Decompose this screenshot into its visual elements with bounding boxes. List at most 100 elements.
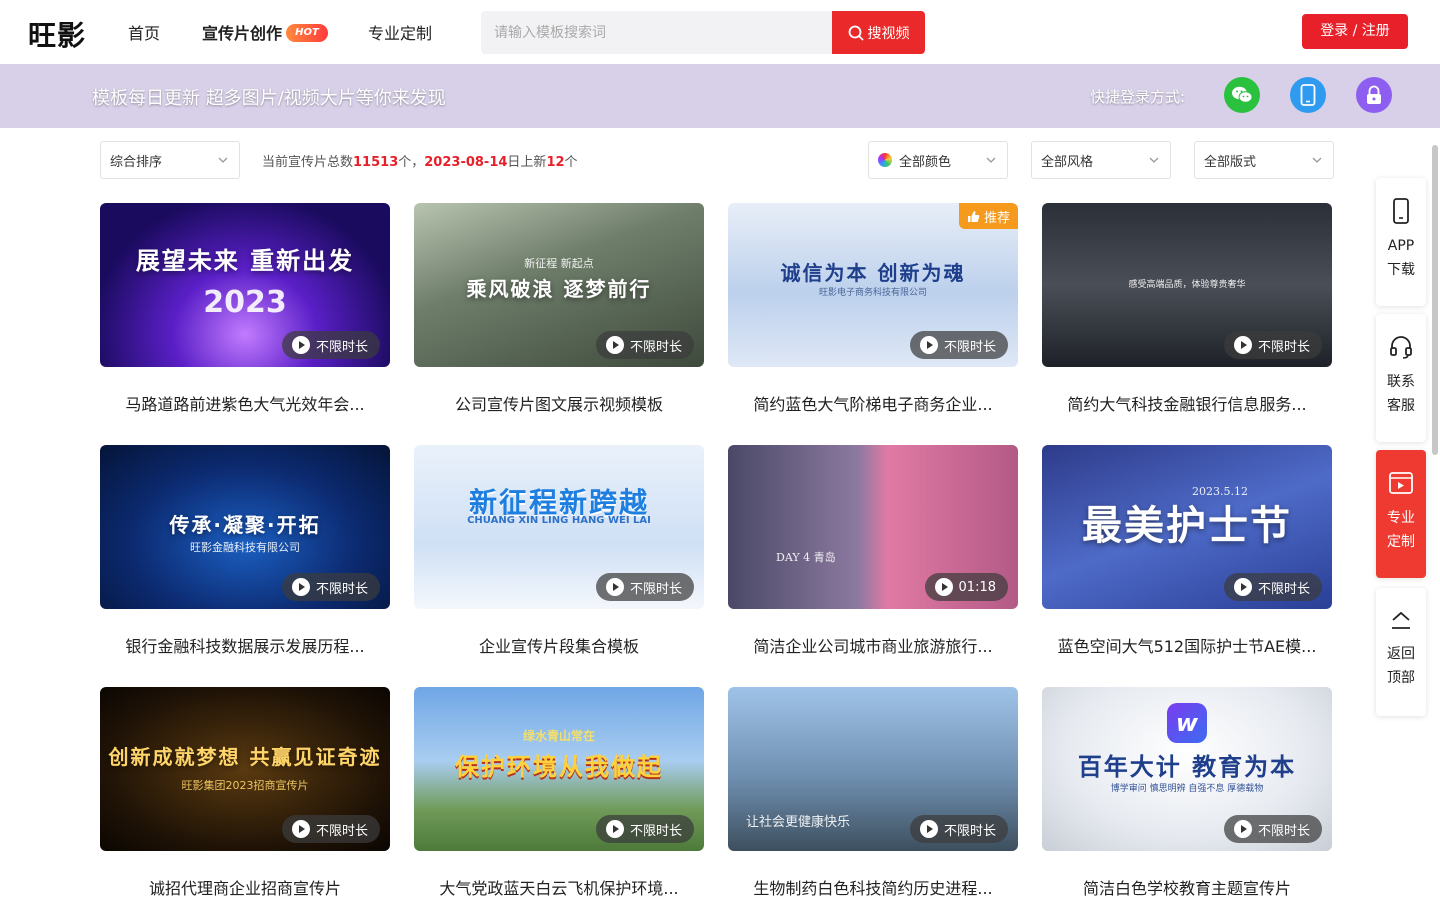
stats-date: 2023-08-14 (424, 155, 508, 170)
card-title[interactable]: 公司宣传片图文展示视频模板 (414, 391, 704, 415)
float-custom-label-1: 专业 (1387, 510, 1415, 526)
card-title[interactable]: 企业宣传片段集合模板 (414, 633, 704, 657)
play-icon (605, 820, 624, 838)
template-card[interactable]: 让社会更健康快乐 不限时长 生物制药白色科技简约历史进程... (728, 687, 1018, 911)
nav-home[interactable]: 首页 (128, 20, 160, 44)
template-card[interactable]: 传承·凝聚·开拓 旺影金融科技有限公司 不限时长 银行金融科技数据展示发展历程.… (100, 445, 390, 669)
duration-label: 不限时长 (315, 581, 368, 597)
top-header: 旺影 首页 宣传片创作 HOT 专业定制 搜视频 登录 / 注册 (0, 0, 1440, 64)
search-button[interactable]: 搜视频 (832, 11, 925, 54)
card-thumbnail[interactable]: 2023.5.12 最美护士节 不限时长 (1042, 445, 1332, 609)
card-title[interactable]: 诚招代理商企业招商宣传片 (100, 875, 390, 899)
stats-total: 11513 (353, 155, 399, 170)
card-title[interactable]: 简洁白色学校教育主题宣传片 (1042, 875, 1332, 899)
duration-badge: 01:18 (924, 573, 1008, 601)
phone-icon[interactable] (1290, 77, 1326, 113)
card-title[interactable]: 生物制药白色科技简约历史进程... (728, 875, 1018, 899)
play-icon (934, 578, 953, 596)
template-card[interactable]: 新征程 新起点 乘风破浪 逐梦前行 不限时长 公司宣传片图文展示视频模板 (414, 203, 704, 427)
thumb-subtitle: CHUANG XIN LING HANG WEI LAI (467, 515, 651, 526)
card-thumbnail[interactable]: 新征程新跨越 CHUANG XIN LING HANG WEI LAI 不限时长 (414, 445, 704, 609)
chevron-down-icon (218, 157, 228, 163)
hot-badge: HOT (286, 24, 328, 42)
sort-select[interactable]: 综合排序 (100, 141, 240, 179)
template-card[interactable]: 绿水青山常在 保护环境从我做起 不限时长 大气党政蓝天白云飞机保护环境... (414, 687, 704, 911)
duration-label: 不限时长 (943, 339, 996, 355)
chevron-down-icon (1312, 157, 1322, 163)
template-card[interactable]: DAY 4 青岛 01:18 简洁企业公司城市商业旅游旅行... (728, 445, 1018, 669)
card-title[interactable]: 马路道路前进紫色大气光效年会... (100, 391, 390, 415)
duration-label: 不限时长 (629, 823, 682, 839)
login-button[interactable]: 登录 / 注册 (1302, 14, 1408, 49)
card-title[interactable]: 简约大气科技金融银行信息服务... (1042, 391, 1332, 415)
color-select-value: 全部颜色 (899, 154, 952, 170)
card-thumbnail[interactable]: DAY 4 青岛 01:18 (728, 445, 1018, 609)
float-service-label-2: 客服 (1387, 398, 1415, 414)
duration-badge: 不限时长 (281, 573, 380, 601)
template-card[interactable]: 感受高端品质，体验尊贵奢华 不限时长 简约大气科技金融银行信息服务... (1042, 203, 1332, 427)
card-thumbnail[interactable]: w 百年大计 教育为本 博学审问 慎思明辨 自强不息 厚德载物 不限时长 (1042, 687, 1332, 851)
thumb-subtitle: 博学审问 慎思明辨 自强不息 厚德载物 (1110, 784, 1264, 794)
school-logo-icon: w (1167, 703, 1207, 743)
promo-banner: 模板每日更新 超多图片/视频大片等你来发现 快捷登录方式: (0, 64, 1440, 128)
duration-badge: 不限时长 (595, 331, 694, 359)
thumb-subtitle: 让社会更健康快乐 (746, 815, 851, 830)
card-title[interactable]: 简约蓝色大气阶梯电子商务企业... (728, 391, 1018, 415)
nav-create[interactable]: 宣传片创作 (202, 20, 282, 44)
card-thumbnail[interactable]: 绿水青山常在 保护环境从我做起 不限时长 (414, 687, 704, 851)
template-card[interactable]: w 百年大计 教育为本 博学审问 慎思明辨 自强不息 厚德载物 不限时长 简洁白… (1042, 687, 1332, 911)
lock-icon[interactable] (1356, 77, 1392, 113)
float-customer-service[interactable]: 联系 客服 (1376, 314, 1426, 442)
template-card[interactable]: 2023.5.12 最美护士节 不限时长 蓝色空间大气512国际护士节AE模..… (1042, 445, 1332, 669)
card-title[interactable]: 简洁企业公司城市商业旅游旅行... (728, 633, 1018, 657)
duration-badge: 不限时长 (281, 815, 380, 843)
nav-custom[interactable]: 专业定制 (368, 20, 432, 44)
float-top-label-2: 顶部 (1387, 670, 1415, 686)
template-card[interactable]: 创新成就梦想 共赢见证奇迹 旺影集团2023招商宣传片 不限时长 诚招代理商企业… (100, 687, 390, 911)
stats-prefix: 当前宣传片总数 (262, 155, 354, 170)
card-thumbnail[interactable]: 让社会更健康快乐 不限时长 (728, 687, 1018, 851)
duration-badge: 不限时长 (595, 573, 694, 601)
template-card[interactable]: 新征程新跨越 CHUANG XIN LING HANG WEI LAI 不限时长… (414, 445, 704, 669)
thumb-subtitle: 绿水青山常在 (522, 729, 595, 743)
page-scrollbar[interactable] (1432, 145, 1438, 455)
thumbs-up-icon (967, 210, 980, 222)
card-title[interactable]: 银行金融科技数据展示发展历程... (100, 633, 390, 657)
headset-icon (1390, 336, 1412, 359)
template-card[interactable]: 展望未来 重新出发 2023 不限时长 马路道路前进紫色大气光效年会... (100, 203, 390, 427)
thumb-title: 保护环境从我做起 (455, 753, 663, 781)
card-title[interactable]: 蓝色空间大气512国际护士节AE模... (1042, 633, 1332, 657)
format-select[interactable]: 全部版式 (1194, 141, 1334, 179)
play-icon (605, 578, 624, 596)
duration-label: 不限时长 (629, 581, 682, 597)
card-thumbnail[interactable]: 传承·凝聚·开拓 旺影金融科技有限公司 不限时长 (100, 445, 390, 609)
thumb-title: 诚信为本 创新为魂 (780, 261, 966, 285)
thumb-subtitle: 新征程 新起点 (524, 257, 594, 270)
card-thumbnail[interactable]: 新征程 新起点 乘风破浪 逐梦前行 不限时长 (414, 203, 704, 367)
chevron-down-icon (1149, 157, 1159, 163)
duration-label: 不限时长 (1257, 339, 1310, 355)
card-title[interactable]: 大气党政蓝天白云飞机保护环境... (414, 875, 704, 899)
float-app-label-1: APP (1387, 238, 1415, 254)
site-logo[interactable]: 旺影 (28, 14, 86, 54)
wechat-icon[interactable] (1224, 77, 1260, 113)
float-back-to-top[interactable]: 返回 顶部 (1376, 588, 1426, 716)
card-thumbnail[interactable]: 感受高端品质，体验尊贵奢华 不限时长 (1042, 203, 1332, 367)
color-wheel-icon (878, 153, 892, 167)
duration-label: 不限时长 (1257, 581, 1310, 597)
video-icon (1389, 472, 1413, 494)
style-select[interactable]: 全部风格 (1031, 141, 1171, 179)
stats-mid: 个， (398, 155, 425, 170)
card-thumbnail[interactable]: 展望未来 重新出发 2023 不限时长 (100, 203, 390, 367)
search-input[interactable] (481, 11, 833, 54)
float-pro-custom[interactable]: 专业 定制 (1376, 450, 1426, 578)
card-thumbnail[interactable]: 创新成就梦想 共赢见证奇迹 旺影集团2023招商宣传片 不限时长 (100, 687, 390, 851)
duration-label: 不限时长 (315, 339, 368, 355)
play-icon (291, 578, 310, 596)
float-app-download[interactable]: APP 下载 (1376, 178, 1426, 306)
card-thumbnail[interactable]: 诚信为本 创新为魂 旺影电子商务科技有限公司 推荐 不限时长 (728, 203, 1018, 367)
duration-badge: 不限时长 (1223, 573, 1322, 601)
template-card[interactable]: 诚信为本 创新为魂 旺影电子商务科技有限公司 推荐 不限时长 简约蓝色大气阶梯电… (728, 203, 1018, 427)
color-select[interactable]: 全部颜色 (868, 141, 1008, 179)
thumb-subtitle: 旺影金融科技有限公司 (190, 541, 300, 554)
